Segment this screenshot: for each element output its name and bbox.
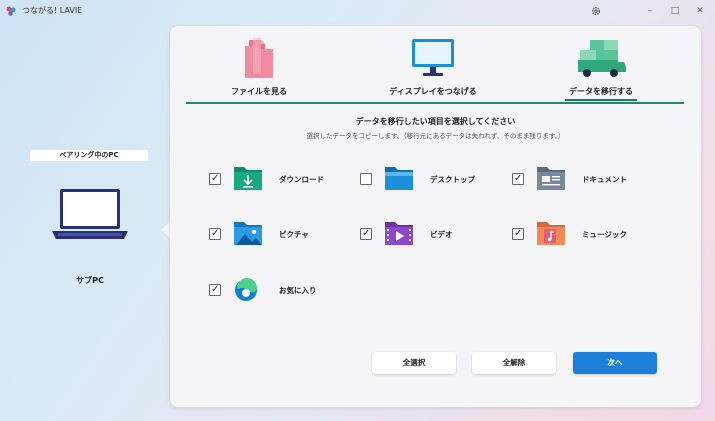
downloads-label: ダウンロード: [279, 175, 324, 184]
gear-icon: [591, 6, 601, 16]
videos-label: ビデオ: [430, 230, 453, 239]
tab-connect-display-label: ディスプレイをつなげる: [389, 87, 477, 96]
item-downloads[interactable]: ✓ ダウンロード: [209, 165, 359, 195]
tab-migrate-data[interactable]: データを移行する: [536, 36, 666, 98]
favorites-checkbox[interactable]: ✓: [209, 284, 221, 296]
tab-connect-display[interactable]: ディスプレイをつなげる: [368, 36, 498, 98]
app-logo-icon: [6, 6, 16, 16]
close-button[interactable]: ✕: [691, 3, 709, 19]
music-checkbox[interactable]: ✓: [512, 228, 524, 240]
minimize-button[interactable]: –: [641, 3, 659, 19]
item-music[interactable]: ✓ ミュージック: [512, 220, 662, 250]
videos-checkbox[interactable]: ✓: [360, 228, 372, 240]
item-documents[interactable]: ✓ ドキュメント: [512, 165, 662, 195]
videos-folder-icon: [385, 222, 413, 245]
next-button[interactable]: 次へ: [573, 352, 657, 374]
item-favorites[interactable]: ✓ お気に入り: [209, 276, 359, 306]
pictures-folder-icon: [234, 222, 262, 245]
music-label: ミュージック: [582, 230, 627, 239]
title-bar: つながる! LAVIE – □ ✕: [0, 0, 715, 22]
check-icon: ✓: [362, 228, 371, 239]
tabs-divider: [186, 102, 684, 104]
documents-folder-icon: [537, 167, 565, 190]
favorites-label: お気に入り: [279, 286, 317, 295]
laptop-icon: [52, 189, 128, 239]
documents-label: ドキュメント: [582, 175, 627, 184]
folder-icon: [245, 38, 273, 78]
select-all-button[interactable]: 全選択: [372, 352, 456, 374]
item-desktop[interactable]: デスクトップ: [360, 165, 510, 195]
main-panel: ファイルを見る ディスプレイをつなげる データを移行する データを移行したい項目…: [170, 26, 701, 407]
item-videos[interactable]: ✓ ビデオ: [360, 220, 510, 250]
download-folder-icon: [234, 167, 262, 190]
page-heading: データを移行したい項目を選択してください: [355, 117, 516, 126]
check-icon: ✓: [211, 228, 220, 239]
edge-icon: [235, 278, 257, 301]
pairing-pc-label: ペアリング中のPC: [30, 150, 148, 161]
active-tab-indicator: [565, 99, 637, 101]
check-icon: ✓: [211, 284, 220, 295]
monitor-icon: [412, 39, 454, 76]
device-name: サブPC: [76, 276, 104, 285]
app-title: つながる! LAVIE: [22, 6, 83, 15]
truck-icon: [578, 40, 626, 77]
downloads-checkbox[interactable]: ✓: [209, 173, 221, 185]
tab-view-files[interactable]: ファイルを見る: [194, 36, 324, 98]
music-folder-icon: [537, 222, 565, 245]
tab-migrate-data-label: データを移行する: [569, 87, 633, 96]
check-icon: ✓: [514, 228, 523, 239]
page-subheading: 選択したデータをコピーします。（移行元にあるデータは失われず、そのまま残ります。…: [306, 132, 565, 140]
maximize-button[interactable]: □: [666, 3, 684, 19]
pictures-checkbox[interactable]: ✓: [209, 228, 221, 240]
desktop-checkbox[interactable]: [360, 173, 372, 185]
settings-button[interactable]: [587, 3, 605, 19]
item-pictures[interactable]: ✓ ピクチャ: [209, 220, 359, 250]
pictures-label: ピクチャ: [279, 230, 309, 239]
desktop-folder-icon: [385, 167, 413, 190]
check-icon: ✓: [211, 173, 220, 184]
tab-view-files-label: ファイルを見る: [231, 87, 287, 96]
deselect-all-button[interactable]: 全解除: [472, 352, 556, 374]
desktop-label: デスクトップ: [430, 175, 475, 184]
check-icon: ✓: [514, 173, 523, 184]
documents-checkbox[interactable]: ✓: [512, 173, 524, 185]
